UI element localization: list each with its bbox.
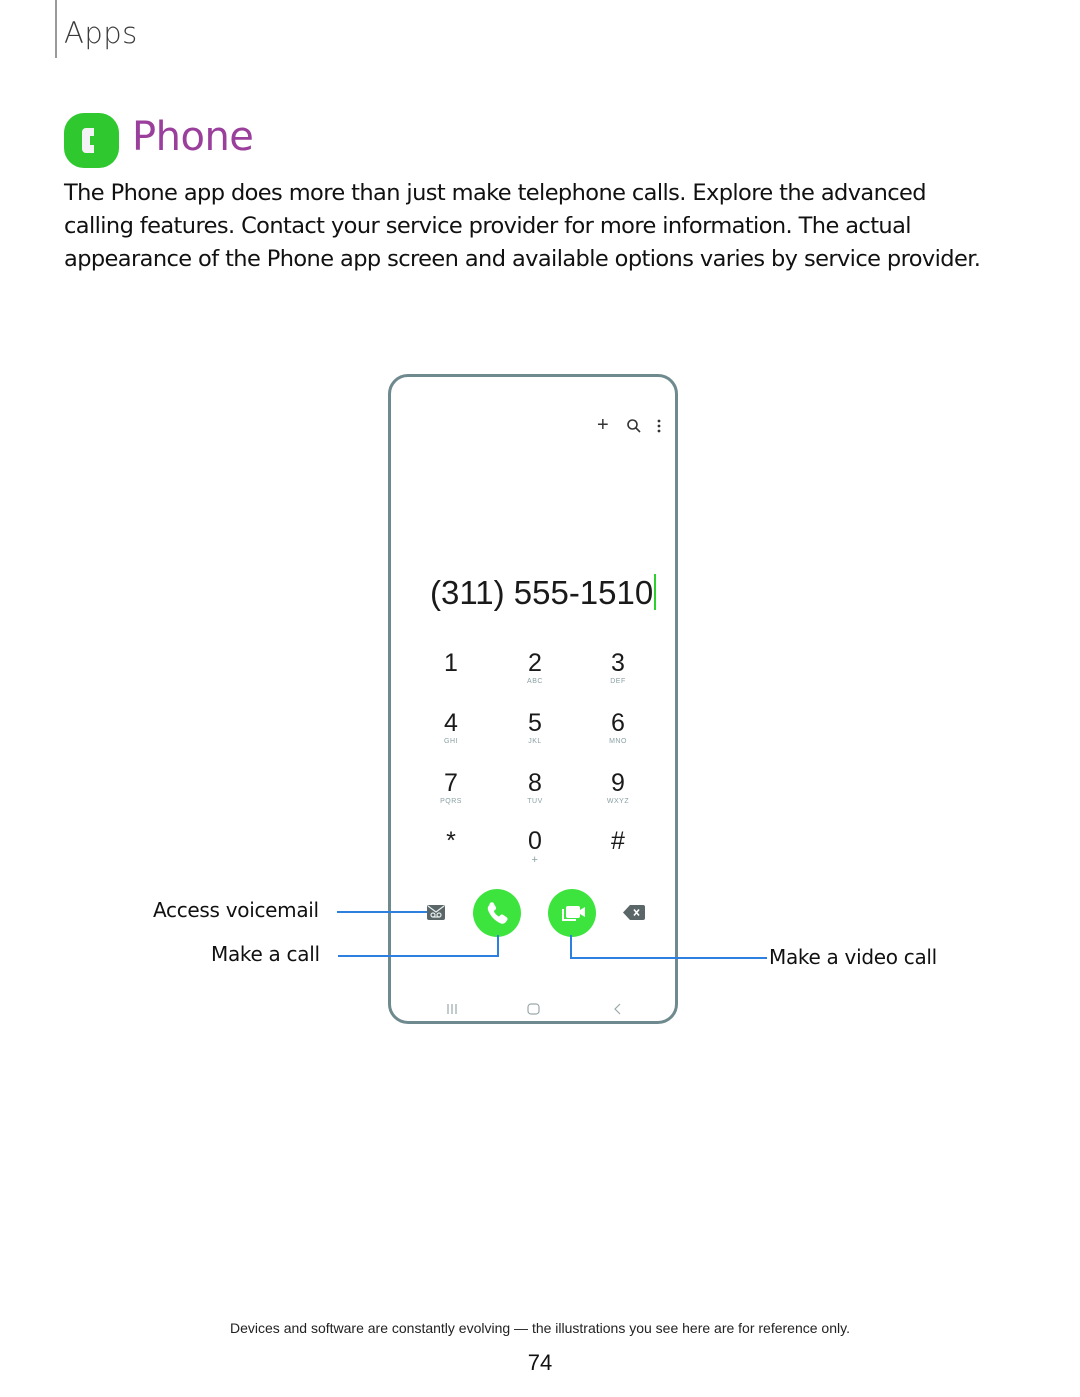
callout-call-label: Make a call [211,942,320,966]
key-digit: 2 [528,649,542,677]
search-icon[interactable] [626,418,642,439]
callout-call-line-horizontal [338,955,499,957]
key-letters: MNO [609,738,627,745]
callout-voicemail-line [337,911,427,913]
recent-apps-icon[interactable] [446,1002,458,1020]
key-digit: 1 [444,649,458,677]
dialed-number-field[interactable]: (311) 555-1510 [430,574,657,612]
keypad-key-hash[interactable]: # [588,827,648,855]
key-letters: + [531,854,539,866]
page-title: Phone [132,114,254,160]
key-letters: GHI [444,738,458,745]
key-digit: 5 [528,709,542,737]
call-button[interactable] [473,889,521,937]
key-digit: 4 [444,709,458,737]
callout-voicemail-label: Access voicemail [153,898,319,922]
key-digit: 7 [444,769,458,797]
key-digit: 9 [611,769,625,797]
footer-disclaimer: Devices and software are constantly evol… [230,1320,850,1336]
callout-video-line-vertical [570,935,572,959]
keypad-key-3[interactable]: 3 DEF [588,649,648,687]
keypad-key-8[interactable]: 8 TUV [505,769,565,807]
keypad-key-1[interactable]: 1 [421,649,481,677]
keypad-key-6[interactable]: 6 MNO [588,709,648,747]
home-icon[interactable] [527,1002,540,1020]
video-call-button[interactable] [548,889,596,937]
key-digit: 3 [611,649,625,677]
key-letters: ABC [527,678,543,685]
key-digit: 8 [528,769,542,797]
key-letters: WXYZ [606,798,630,805]
intro-paragraph: The Phone app does more than just make t… [64,180,981,272]
key-digit: * [446,827,456,855]
key-letters: PQRS [440,798,462,805]
more-options-icon[interactable] [656,418,662,439]
keypad-key-star[interactable]: * [421,827,481,855]
backspace-icon[interactable] [623,905,645,925]
section-label: Apps [64,16,138,50]
voicemail-icon[interactable] [427,905,445,925]
key-digit: # [611,827,625,855]
phone-app-icon [64,113,119,168]
keypad-key-4[interactable]: 4 GHI [421,709,481,747]
plus-icon[interactable]: + [597,414,609,437]
key-letters: JKL [528,738,542,745]
key-digit: 0 [528,827,542,855]
phone-illustration [388,374,678,1024]
keypad-key-5[interactable]: 5 JKL [505,709,565,747]
back-icon[interactable] [612,1002,622,1020]
text-cursor [654,574,657,610]
key-letters: TUV [527,798,543,805]
video-call-icon [562,906,585,921]
callout-video-call-label: Make a video call [769,945,937,969]
call-icon [487,902,508,924]
callout-video-line-horizontal [570,957,767,959]
key-letters: DEF [610,678,626,685]
callout-call-line-vertical [497,935,499,957]
keypad-key-7[interactable]: 7 PQRS [421,769,481,807]
keypad-key-0[interactable]: 0 + [505,827,565,866]
section-divider [55,0,57,58]
keypad-key-2[interactable]: 2 ABC [505,649,565,687]
keypad-key-9[interactable]: 9 WXYZ [588,769,648,807]
key-digit: 6 [611,709,625,737]
dialed-number: (311) 555-1510 [430,574,654,611]
page-number: 74 [527,1350,553,1375]
